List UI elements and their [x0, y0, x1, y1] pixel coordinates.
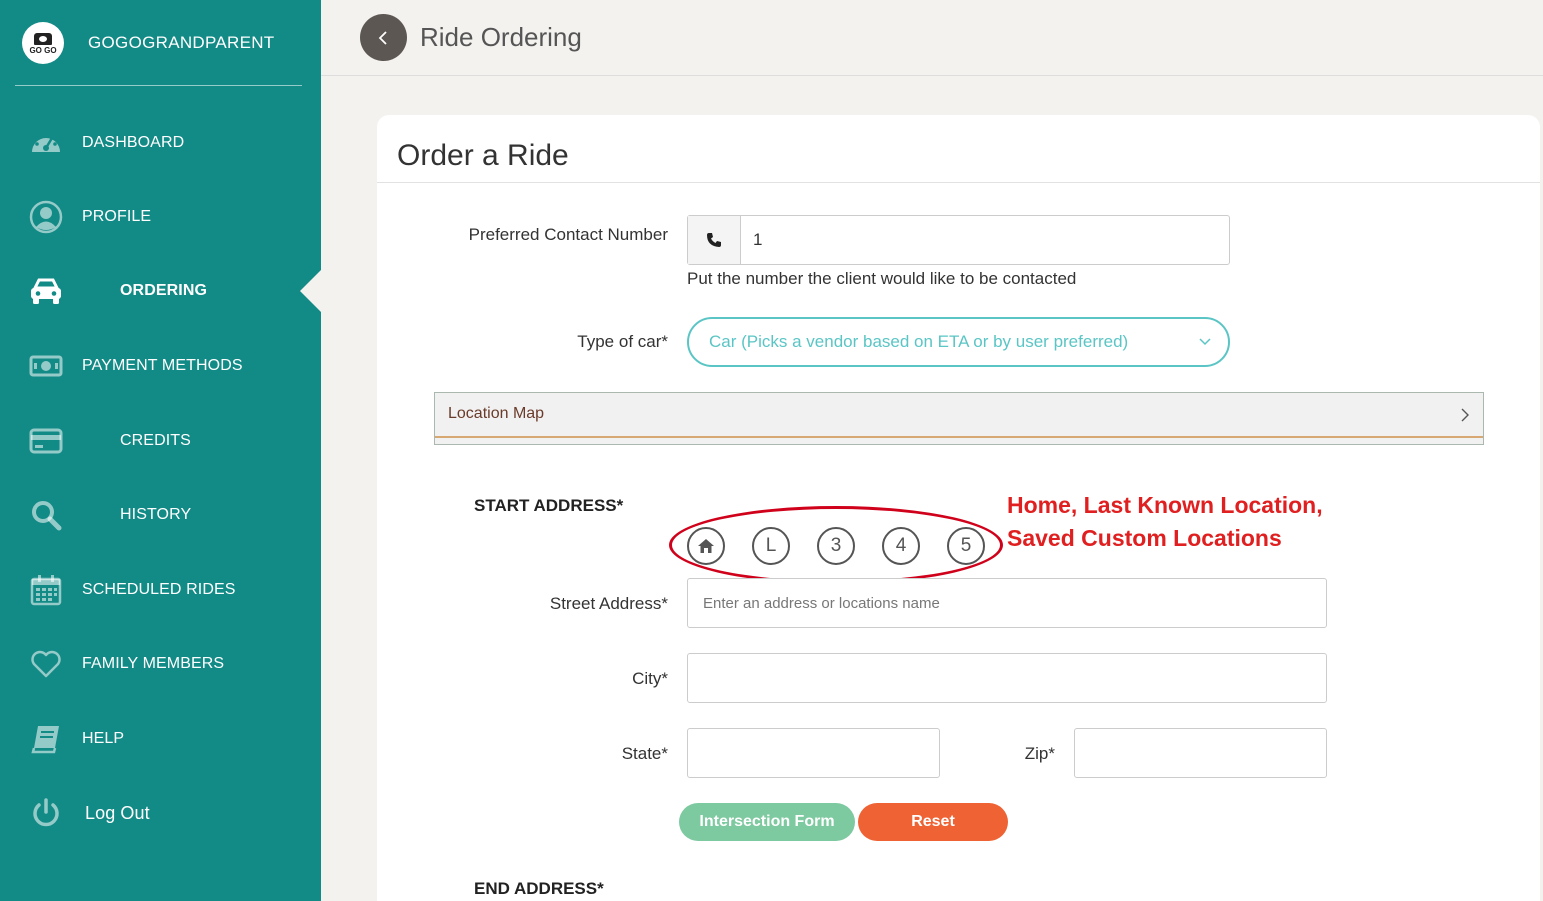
saved-location-5[interactable]: 5: [947, 527, 985, 565]
back-button[interactable]: [360, 14, 407, 61]
annotation-line-1: Home, Last Known Location,: [1007, 492, 1323, 518]
car-type-selected: Car (Picks a vendor based on ETA or by u…: [709, 332, 1129, 351]
sidebar-item-label: SCHEDULED RIDES: [82, 581, 236, 598]
heart-icon: [28, 646, 64, 682]
page-title: Ride Ordering: [420, 22, 582, 52]
sidebar-item-label: FAMILY MEMBERS: [82, 655, 225, 672]
phone-icon: [688, 216, 741, 264]
sidebar: GO GO GOGOGRANDPARENT DASHBOARD PROFILE …: [0, 0, 321, 901]
contact-number-input[interactable]: [741, 216, 1229, 264]
chevron-down-icon: [1199, 338, 1211, 346]
dashboard-gauge-icon: [28, 125, 64, 161]
end-address-title: END ADDRESS*: [474, 879, 604, 898]
card-divider: [377, 182, 1540, 183]
state-label: State*: [621, 744, 668, 763]
location-map-label: Location Map: [448, 405, 545, 422]
money-bill-icon: [28, 348, 64, 384]
sidebar-item-family-members[interactable]: FAMILY MEMBERS: [0, 639, 321, 689]
contact-number-group: [687, 215, 1230, 265]
power-icon: [28, 795, 64, 831]
city-input[interactable]: [687, 653, 1327, 703]
map-panel-strip: [435, 436, 1483, 438]
zip-input[interactable]: [1074, 728, 1327, 778]
brand-name: GOGOGRANDPARENT: [88, 33, 275, 52]
street-address-input[interactable]: [687, 578, 1327, 628]
sidebar-item-history[interactable]: HISTORY: [0, 490, 321, 540]
sidebar-item-credits[interactable]: CREDITS: [0, 416, 321, 466]
brand-divider: [15, 85, 302, 86]
saved-location-home[interactable]: [687, 527, 725, 565]
car-type-label: Type of car*: [577, 332, 668, 351]
credit-card-icon: [28, 423, 64, 459]
reset-button[interactable]: Reset: [858, 803, 1008, 841]
sidebar-item-label: HISTORY: [120, 506, 192, 523]
user-circle-icon: [28, 199, 64, 235]
sidebar-item-label: ORDERING: [120, 282, 208, 299]
sidebar-item-ordering[interactable]: ORDERING: [0, 266, 321, 316]
card-title: Order a Ride: [397, 139, 569, 172]
sidebar-item-profile[interactable]: PROFILE: [0, 192, 321, 242]
home-icon: [697, 538, 715, 554]
sidebar-item-logout[interactable]: Log Out: [0, 788, 321, 838]
contact-number-help: Put the number the client would like to …: [687, 269, 1077, 288]
start-address-title: START ADDRESS*: [474, 496, 624, 515]
brand[interactable]: GO GO GOGOGRANDPARENT: [22, 22, 274, 64]
street-address-label: Street Address*: [549, 594, 668, 613]
sidebar-item-label: CREDITS: [120, 432, 191, 449]
sidebar-item-label: HELP: [82, 730, 125, 747]
location-map-panel[interactable]: Location Map: [434, 392, 1484, 445]
top-bar: Ride Ordering: [321, 0, 1543, 76]
car-type-select[interactable]: Car (Picks a vendor based on ETA or by u…: [687, 317, 1230, 367]
book-icon: [28, 721, 64, 757]
state-input[interactable]: [687, 728, 940, 778]
sidebar-item-dashboard[interactable]: DASHBOARD: [0, 118, 321, 168]
saved-location-4[interactable]: 4: [882, 527, 920, 565]
zip-label: Zip*: [1024, 744, 1055, 763]
sidebar-item-payment-methods[interactable]: PAYMENT METHODS: [0, 341, 321, 391]
saved-location-3[interactable]: 3: [817, 527, 855, 565]
annotation-line-2: Saved Custom Locations: [1007, 525, 1282, 551]
sidebar-item-label: PAYMENT METHODS: [82, 357, 243, 374]
brand-logo: GO GO: [22, 22, 64, 64]
chevron-left-icon: [378, 30, 387, 45]
order-ride-card: Order a Ride Preferred Contact Number Pu…: [377, 115, 1540, 901]
saved-location-last-known[interactable]: L: [752, 527, 790, 565]
sidebar-item-label: Log Out: [85, 802, 150, 823]
city-label: City*: [632, 669, 668, 688]
chevron-right-icon: [1461, 408, 1469, 422]
contact-number-label: Preferred Contact Number: [468, 225, 668, 244]
sidebar-item-scheduled-rides[interactable]: SCHEDULED RIDES: [0, 565, 321, 615]
calendar-icon: [28, 572, 64, 608]
sidebar-item-label: DASHBOARD: [82, 134, 185, 151]
sidebar-item-help[interactable]: HELP: [0, 714, 321, 764]
active-indicator: [300, 270, 321, 312]
telephone-icon: [34, 33, 52, 45]
car-icon: [28, 273, 64, 309]
annotation-text: Home, Last Known Location, Saved Custom …: [1007, 489, 1323, 555]
sidebar-item-label: PROFILE: [82, 208, 152, 225]
search-icon: [28, 497, 64, 533]
intersection-form-button[interactable]: Intersection Form: [679, 803, 855, 841]
brand-logo-text: GO GO: [29, 46, 57, 55]
